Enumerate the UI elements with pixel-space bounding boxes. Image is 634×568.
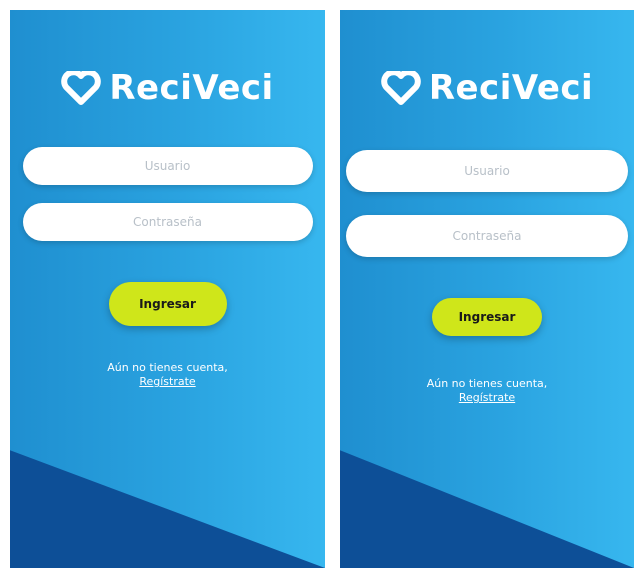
signup-prompt: Aún no tienes cuenta, Regístrate: [10, 361, 325, 389]
login-screen-1: ReciVeci Ingresar Aún no tienes cuenta, …: [10, 10, 325, 568]
app-logo: ReciVeci: [10, 68, 325, 108]
signup-link[interactable]: Regístrate: [139, 375, 195, 388]
signup-prompt-text: Aún no tienes cuenta,: [426, 377, 548, 390]
login-button[interactable]: Ingresar: [108, 282, 227, 326]
login-screen-2: ReciVeci Ingresar Aún no tienes cuenta, …: [340, 10, 634, 568]
signup-prompt-text: Aún no tienes cuenta,: [107, 361, 228, 374]
brand-name: ReciVeci: [428, 68, 594, 108]
username-input[interactable]: [22, 158, 313, 174]
bottom-decor-shape: [340, 450, 634, 568]
login-button[interactable]: Ingresar: [432, 298, 542, 336]
username-field[interactable]: [22, 147, 313, 185]
brand-name: ReciVeci: [109, 68, 274, 108]
password-field[interactable]: [22, 203, 313, 241]
signup-link[interactable]: Regístrate: [459, 391, 515, 404]
signup-prompt: Aún no tienes cuenta, Regístrate: [340, 377, 634, 405]
password-input[interactable]: [346, 228, 628, 244]
app-logo: ReciVeci: [340, 68, 634, 108]
password-field[interactable]: [346, 215, 628, 257]
heart-icon: [61, 71, 102, 105]
password-input[interactable]: [22, 214, 313, 230]
bottom-decor-shape: [10, 450, 325, 568]
username-field[interactable]: [346, 150, 628, 192]
username-input[interactable]: [346, 163, 628, 179]
heart-icon: [381, 71, 421, 105]
